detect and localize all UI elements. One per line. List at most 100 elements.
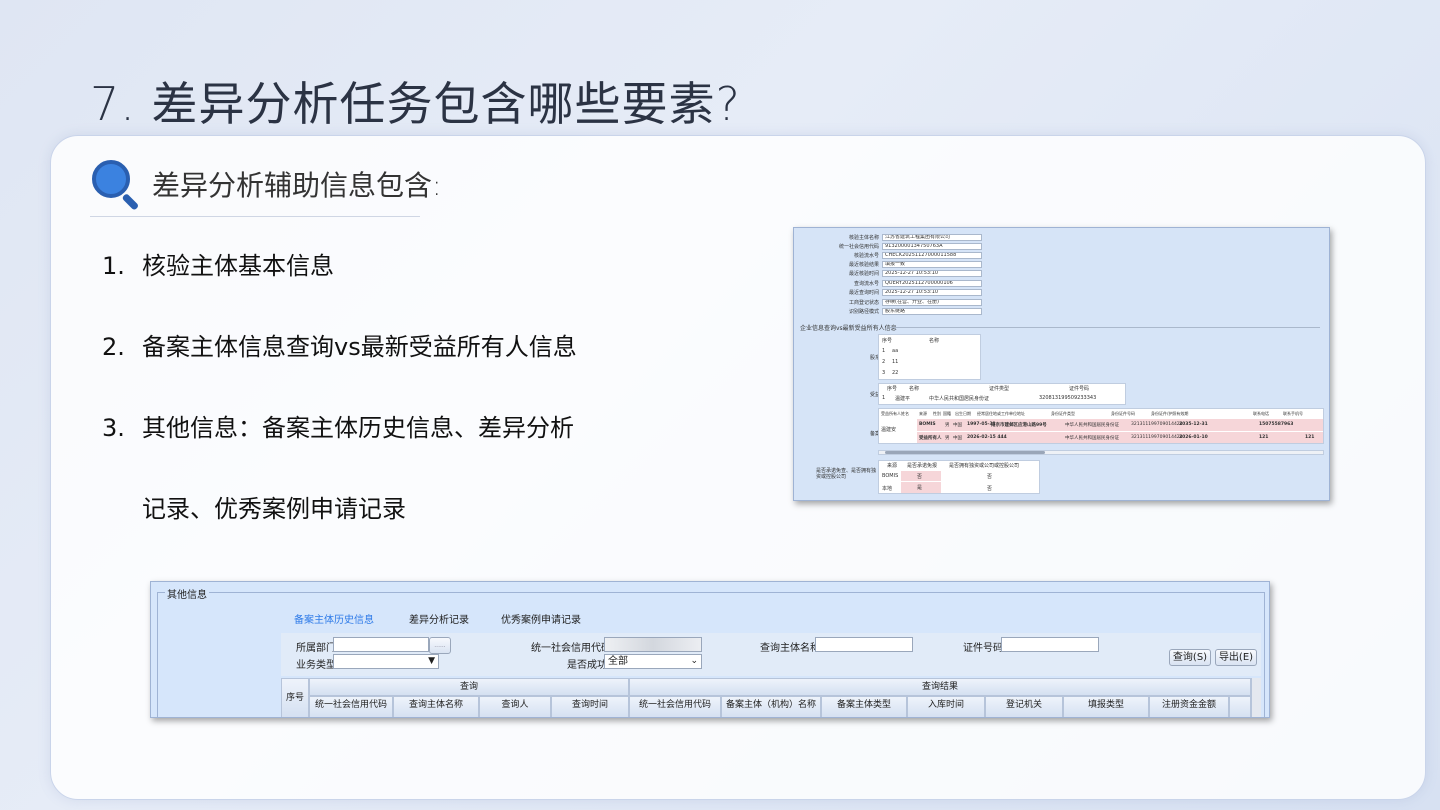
col-header: 是否承诺免报 xyxy=(907,463,938,469)
table-cell: 321311199709014424 xyxy=(1131,422,1183,427)
table-cell: 否 xyxy=(987,474,993,480)
field-value[interactable]: 存续(在营、开业、在册) xyxy=(882,299,982,306)
field-value[interactable]: 2025-12-27 10:53:10 xyxy=(882,289,982,296)
field-value[interactable]: QUERY2025112700000106 xyxy=(882,280,982,287)
table-cell: 受益所有人 xyxy=(919,436,942,441)
beian-name: 温建安 xyxy=(881,427,897,433)
tab-case-records[interactable]: 优秀案例申请记录 xyxy=(501,611,581,626)
point-text: 记录、优秀案例申请记录 xyxy=(142,495,406,523)
cert-number-label: 证件号码 xyxy=(963,643,1003,654)
table-cell: 南京市建邺区应港山路99号 xyxy=(991,423,1047,428)
table-cell: 15075587963 xyxy=(1259,422,1294,427)
field-row: 最近核验时间 2025-12-27 10:53:10 xyxy=(802,270,982,277)
col-header[interactable]: 查询主体名称 xyxy=(393,696,479,717)
table-cell: 温建平 xyxy=(895,396,911,402)
table-cell: BOMIS xyxy=(919,422,936,427)
col-header[interactable]: 备案主体类型 xyxy=(821,696,907,717)
shouyi-table: 序号 名称 证件类型 证件号码 1 温建平 中华人民共和国居民身份证 32081… xyxy=(878,383,1126,405)
tab-history[interactable]: 备案主体历史信息 xyxy=(294,611,374,626)
col-header: 来源 xyxy=(919,411,927,416)
field-row: 核验主体名称 江苏省建筑工程集团有限公司 xyxy=(802,234,982,241)
subject-name-input[interactable] xyxy=(815,637,913,652)
cert-number-input[interactable] xyxy=(1001,637,1099,652)
field-row: 最近查询时间 2025-12-27 10:53:10 xyxy=(802,289,982,296)
success-select[interactable]: 全部 ⌄ xyxy=(604,654,702,669)
biz-type-select[interactable]: ▼ xyxy=(333,654,439,669)
field-value[interactable]: 江苏省建筑工程集团有限公司 xyxy=(882,234,982,241)
field-value[interactable]: 2025-12-27 10:53:10 xyxy=(882,270,982,277)
col-header: 联系电话 xyxy=(1253,411,1269,416)
col-header[interactable]: 统一社会信用代码 xyxy=(309,696,393,717)
col-header: 是否拥有独资或公司或控股公司 xyxy=(949,463,1020,469)
col-header[interactable]: 登记机关 xyxy=(985,696,1063,717)
point-text: 其他信息：备案主体历史信息、差异分析 xyxy=(142,414,574,442)
field-label: 识别路径模式 xyxy=(848,309,879,315)
col-header[interactable]: 填报类型 xyxy=(1063,696,1149,717)
section-divider xyxy=(890,327,1320,328)
field-value[interactable]: 股东链路 xyxy=(882,308,982,315)
credit-code-input[interactable] xyxy=(604,637,702,652)
point-3-continued: 记录、优秀案例申请记录 xyxy=(102,489,406,524)
field-label: 核验流水号 xyxy=(853,253,879,259)
query-button[interactable]: 查询(S) xyxy=(1169,649,1211,666)
beian-row: 受益所有人 男 中国 2026-02-15 444 中华人民共和国居民身份证 3… xyxy=(917,432,1323,443)
beian-header-row: 受益所有人姓名 来源 性别 国籍 出生日期 经常居住地或工作单位地址 身份证件类… xyxy=(879,409,1323,419)
table-cell: BOMIS xyxy=(882,473,899,479)
group-header-result: 查询结果 xyxy=(629,678,1251,696)
table-cell: 321311199709014424 xyxy=(1131,435,1183,440)
table-cell: 否 xyxy=(987,486,993,492)
dept-picker-button[interactable]: ...... xyxy=(429,637,451,654)
bottom-label: 是否承诺免查、是否拥有独资或控股公司 xyxy=(816,468,877,480)
point-number: 3. xyxy=(102,414,125,442)
table-cell: 本地 xyxy=(882,486,893,492)
col-header[interactable]: 查询时间 xyxy=(551,696,629,717)
table-cell: 否 xyxy=(917,474,923,480)
horizontal-scrollbar[interactable] xyxy=(878,450,1324,455)
col-header-more[interactable] xyxy=(1229,696,1251,717)
export-button[interactable]: 导出(E) xyxy=(1215,649,1257,666)
table-cell: 2026-01-10 xyxy=(1179,435,1208,440)
tab-diff-records[interactable]: 差异分析记录 xyxy=(409,611,469,626)
table-cell: aa xyxy=(892,348,899,354)
col-header[interactable]: 备案主体（机构）名称 xyxy=(721,696,821,717)
point-3: 3. 其他信息：备案主体历史信息、差异分析 xyxy=(102,408,574,443)
biz-type-label: 业务类型 xyxy=(296,660,336,671)
fieldset-legend: 其他信息 xyxy=(165,586,209,601)
gudong-table: 序号 名称 1 aa 2 11 3 22 xyxy=(878,334,981,380)
vertical-scrollbar[interactable] xyxy=(1251,678,1261,717)
group-header-query: 查询 xyxy=(309,678,629,696)
scrollbar-thumb[interactable] xyxy=(885,451,1045,454)
field-label: 最近核验结果 xyxy=(848,262,879,268)
beian-table: 受益所有人姓名 来源 性别 国籍 出生日期 经常居住地或工作单位地址 身份证件类… xyxy=(878,408,1324,444)
field-row: 工商登记状态 存续(在营、开业、在册) xyxy=(802,299,982,306)
field-value[interactable]: CHECK20251127000011588 xyxy=(882,252,982,259)
table-cell: 1 xyxy=(882,348,886,354)
dept-input[interactable] xyxy=(333,637,429,652)
field-value[interactable]: 填报一致 xyxy=(882,261,982,268)
field-row: 识别路径模式 股东链路 xyxy=(802,308,982,315)
col-header: 身份证件号码 xyxy=(1111,411,1135,416)
highlight-cell: 是 xyxy=(901,482,941,493)
field-value[interactable]: 91320000134750763A xyxy=(882,243,982,250)
highlight-cell: 否 xyxy=(901,471,941,481)
table-cell: 2026-02-15 444 xyxy=(967,435,1007,440)
col-header-index: 序号 xyxy=(281,678,309,717)
screenshot-enterprise-compare: 核验主体名称 江苏省建筑工程集团有限公司 统一社会信用代码 913200001347… xyxy=(793,227,1330,501)
dropdown-arrow-icon: ▼ xyxy=(428,656,435,666)
screenshot-other-info: 其他信息 备案主体历史信息 差异分析记录 优秀案例申请记录 所属部门 .....… xyxy=(150,581,1270,718)
col-header: 性别 xyxy=(933,411,941,416)
field-row: 统一社会信用代码 91320000134750763A xyxy=(802,243,982,250)
col-header: 证件号码 xyxy=(1069,386,1090,392)
success-label: 是否成功 xyxy=(567,660,607,671)
col-header[interactable]: 注册资金金额 xyxy=(1149,696,1229,717)
table-cell: 中国 xyxy=(953,436,962,441)
col-header[interactable]: 统一社会信用代码 xyxy=(629,696,721,717)
table-cell: 2 xyxy=(882,359,886,365)
table-cell: 男 xyxy=(945,423,950,428)
field-row: 最近核验结果 填报一致 xyxy=(802,261,982,268)
subheading-text: 差异分析辅助信息包含: xyxy=(152,169,442,202)
col-header[interactable]: 入库时间 xyxy=(907,696,985,717)
beian-row: BOMIS 男 中国 1997-05-31 南京市建邺区应港山路99号 中华人民… xyxy=(917,419,1323,431)
table-cell: 1 xyxy=(882,395,886,401)
col-header[interactable]: 查询人 xyxy=(479,696,551,717)
